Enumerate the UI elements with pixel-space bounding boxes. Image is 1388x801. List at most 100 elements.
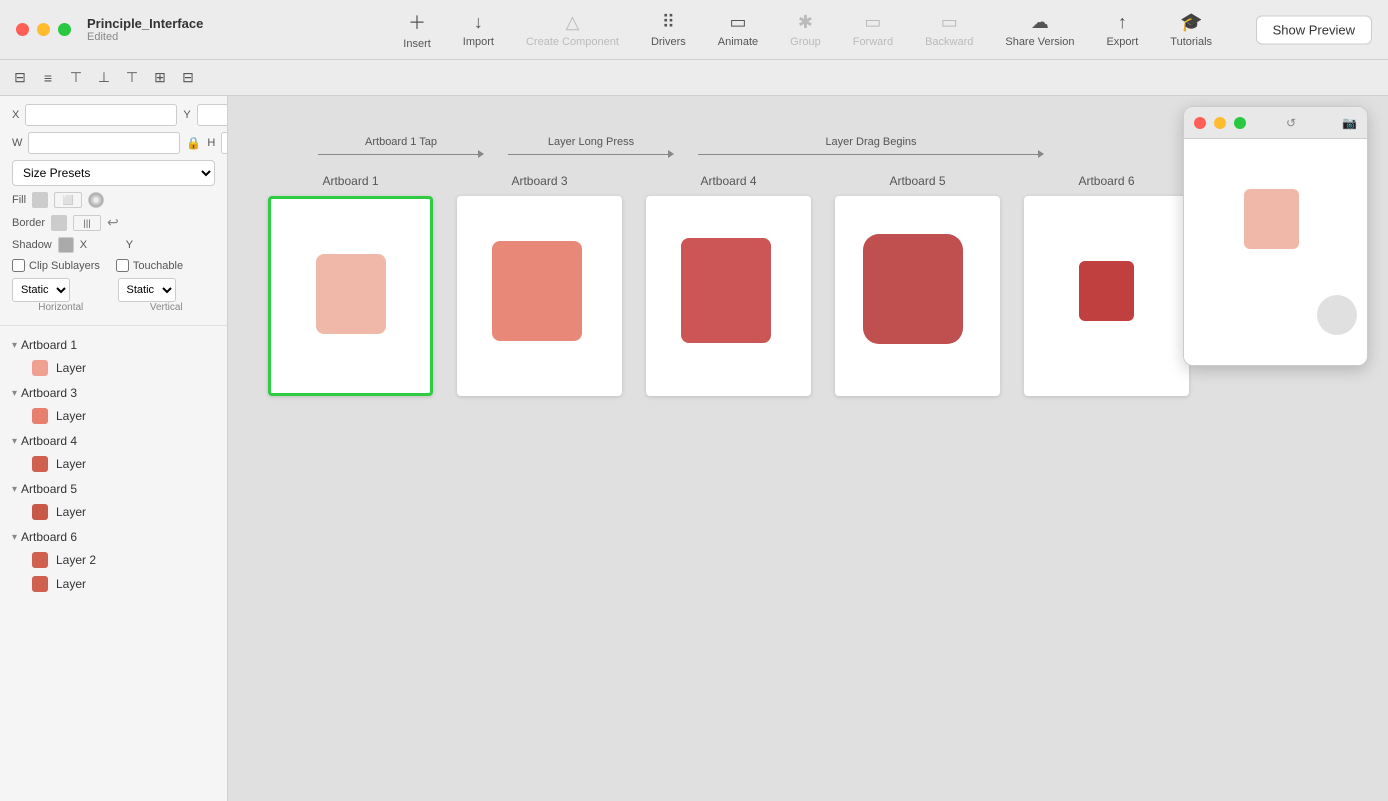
touchable-checkbox[interactable] [116,259,129,272]
preview-circle [1317,295,1357,335]
static-vertical-select[interactable]: Static [118,278,176,302]
chevron-down-icon: ▾ [12,436,17,447]
toolbar-drivers[interactable]: ⠿ Drivers [651,12,686,48]
artboard-frame-6[interactable] [1024,196,1189,396]
touchable-label[interactable]: Touchable [116,259,183,272]
artboard-group-1: ▾ Artboard 1 Layer [0,334,227,380]
app-title-area: Principle_Interface Edited [87,16,203,43]
shadow-label: Shadow [12,239,52,251]
align-top-icon[interactable]: ⊤ [64,66,88,90]
import-icon: ↓ [474,12,483,33]
static-row: Static Horizontal Static Vertical [12,278,215,313]
layer-color-swatch [32,576,48,592]
layer-name: Layer [56,577,86,591]
layer-name: Layer [56,361,86,375]
distribute-h-icon[interactable]: ⊞ [148,66,172,90]
artboard-3-header[interactable]: ▾ Artboard 3 [0,382,227,404]
artboard-6-canvas-label: Artboard 6 [1078,174,1134,188]
layer-item[interactable]: Layer [0,500,227,524]
artboard-col-3: Artboard 3 [457,174,622,396]
backward-icon: ▭ [941,12,958,33]
minimize-button[interactable] [37,23,50,36]
left-panel: X Y W 🔒 H Size Presets Fill ⬜ [0,96,228,801]
preview-rotate-icon: ↺ [1286,116,1296,130]
toolbar-insert[interactable]: ＋ Insert [403,9,431,50]
artboard-3-shape [492,241,582,341]
layer-item[interactable]: Layer [0,404,227,428]
preview-titlebar: ↺ 📷 [1184,107,1367,139]
y-label: Y [183,109,190,121]
layer-color-swatch [32,456,48,472]
artboard-6-header[interactable]: ▾ Artboard 6 [0,526,227,548]
artboard-col-4: Artboard 4 [646,174,811,396]
artboard-col-1: Artboard 1 [268,174,433,396]
toolbar-forward[interactable]: ▭ Forward [853,12,893,48]
layer-item[interactable]: Layer 2 [0,548,227,572]
artboard-1-canvas-label: Artboard 1 [322,174,378,188]
close-button[interactable] [16,23,29,36]
layers-section: ▾ Artboard 1 Layer ▾ Artboard 3 Layer [0,326,227,801]
artboard-5-canvas-label: Artboard 5 [889,174,945,188]
toolbar-tutorials[interactable]: 🎓 Tutorials [1170,12,1212,48]
position-section: X Y W 🔒 H Size Presets Fill ⬜ [0,96,227,326]
shadow-row: Shadow X Y [12,237,215,253]
distribute-v-icon[interactable]: ⊟ [176,66,200,90]
h-input[interactable] [221,132,228,154]
toolbar-backward[interactable]: ▭ Backward [925,12,973,48]
artboard-frame-1[interactable] [268,196,433,396]
preview-content [1184,139,1367,365]
w-input[interactable] [28,132,180,154]
layer-item[interactable]: Layer [0,356,227,380]
canvas-area[interactable]: Artboard 1 Tap Layer Long Press [228,96,1388,801]
preview-shape [1244,189,1299,249]
preview-close-button[interactable] [1194,117,1206,129]
preview-minimize-button[interactable] [1214,117,1226,129]
artboard-frame-3[interactable] [457,196,622,396]
insert-icon: ＋ [408,9,426,35]
layer-item[interactable]: Layer [0,572,227,596]
artboard-frame-5[interactable] [835,196,1000,396]
toolbar-create-component[interactable]: △ Create Component [526,12,619,48]
fill-swatch[interactable] [32,192,48,208]
shadow-swatch[interactable] [58,237,74,253]
artboard-4-header[interactable]: ▾ Artboard 4 [0,430,227,452]
forward-icon: ▭ [864,12,881,33]
size-presets-select[interactable]: Size Presets [12,160,215,186]
static-horizontal-select[interactable]: Static [12,278,70,302]
toolbar-group[interactable]: ✱ Group [790,12,821,48]
layer-item[interactable]: Layer [0,452,227,476]
fill-style-icon[interactable]: ⬜ [54,192,82,208]
preview-maximize-button[interactable] [1234,117,1246,129]
align-bottom-icon[interactable]: ⊤ [120,66,144,90]
x-input[interactable] [25,104,177,126]
border-style-icon[interactable]: ||| [73,215,101,231]
show-preview-button[interactable]: Show Preview [1256,15,1372,44]
maximize-button[interactable] [58,23,71,36]
app-title: Principle_Interface [87,16,203,31]
toolbar-import[interactable]: ↓ Import [463,12,494,48]
align-left-icon[interactable]: ⊟ [8,66,32,90]
toolbar-share-version[interactable]: ☁ Share Version [1005,12,1074,48]
artboard-1-header[interactable]: ▾ Artboard 1 [0,334,227,356]
artboard-frame-4[interactable] [646,196,811,396]
border-swatch[interactable] [51,215,67,231]
clip-sublayers-label[interactable]: Clip Sublayers [12,259,100,272]
align-middle-icon[interactable]: ⊥ [92,66,116,90]
artboard-group-6: ▾ Artboard 6 Layer 2 Layer [0,526,227,596]
app-subtitle: Edited [87,31,203,43]
toolbar-export[interactable]: ↑ Export [1106,12,1138,48]
artboard-6-shape [1079,261,1134,321]
tutorials-icon: 🎓 [1180,12,1202,33]
toolbar-animate[interactable]: ▭ Animate [718,12,758,48]
y-input[interactable] [197,104,228,126]
second-toolbar: ⊟ ≡ ⊤ ⊥ ⊤ ⊞ ⊟ [0,60,1388,96]
artboard-5-header[interactable]: ▾ Artboard 5 [0,478,227,500]
align-center-h-icon[interactable]: ≡ [36,66,60,90]
artboard-1-shape [316,254,386,334]
fill-color-icon[interactable] [88,192,104,208]
clip-sublayers-checkbox[interactable] [12,259,25,272]
artboard-col-6: Artboard 6 [1024,174,1189,396]
main-toolbar: ＋ Insert ↓ Import △ Create Component ⠿ D… [243,9,1372,50]
layer-color-swatch [32,360,48,376]
shadow-x-label: X [80,239,120,251]
